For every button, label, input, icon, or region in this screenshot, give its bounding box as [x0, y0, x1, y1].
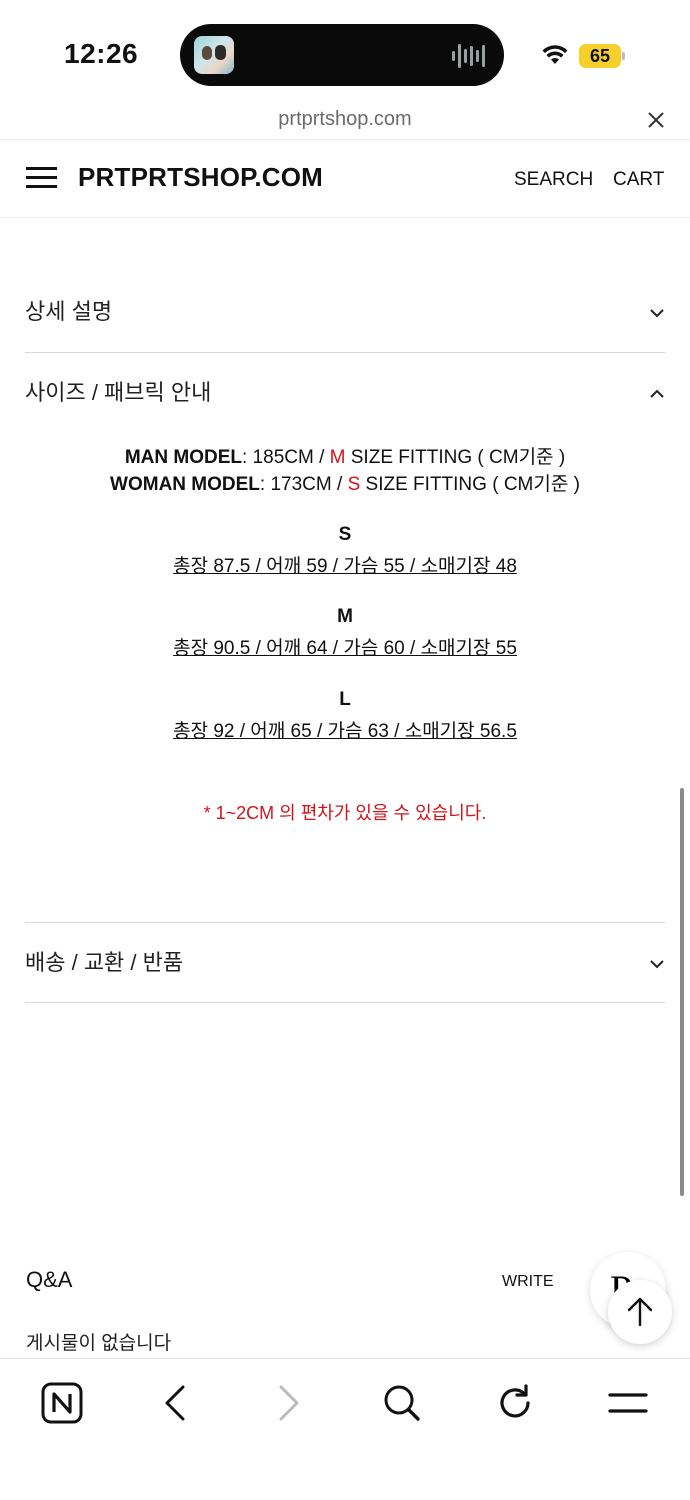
qa-write-button[interactable]: WRITE	[502, 1273, 554, 1291]
close-icon[interactable]	[644, 108, 668, 132]
man-model-label: MAN MODEL	[124, 447, 242, 468]
qa-title: Q&A	[26, 1267, 73, 1292]
scroll-to-top-button[interactable]	[608, 1280, 672, 1344]
size-spec-s: 총장 87.5 / 어깨 59 / 가슴 55 / 소매기장 48	[173, 556, 517, 577]
search-icon[interactable]	[380, 1381, 424, 1425]
site-logo[interactable]: PRTPRTSHOP.COM	[78, 162, 323, 193]
battery-nub	[622, 52, 625, 60]
hamburger-menu-icon[interactable]	[26, 167, 57, 189]
divider	[25, 922, 665, 923]
reload-icon[interactable]	[493, 1381, 537, 1425]
accordion-detail[interactable]: 상세 설명	[25, 294, 665, 330]
dynamic-island[interactable]	[180, 24, 504, 86]
cart-link[interactable]: CART	[613, 169, 664, 191]
woman-model-size: S	[347, 474, 361, 495]
back-icon[interactable]	[153, 1381, 197, 1425]
audio-waveform-icon	[452, 41, 488, 71]
divider	[25, 352, 665, 353]
accordion-shipping[interactable]: 배송 / 교환 / 반품	[25, 945, 665, 981]
man-model-line: MAN MODEL: 185CM / M SIZE FITTING ( CM기준…	[0, 442, 690, 469]
menu-icon[interactable]	[606, 1381, 650, 1425]
man-model-size: M	[329, 447, 346, 468]
size-spec-l: 총장 92 / 어깨 65 / 가슴 63 / 소매기장 56.5	[173, 721, 517, 742]
scrollbar[interactable]	[680, 788, 684, 1196]
woman-model-height: : 173CM /	[259, 474, 348, 495]
browser-toolbar	[0, 1358, 690, 1500]
chevron-down-icon	[650, 309, 664, 318]
woman-model-line: WOMAN MODEL: 173CM / S SIZE FITTING ( CM…	[0, 469, 690, 496]
browser-url-bar[interactable]: prtprtshop.com	[0, 100, 690, 140]
site-header: PRTPRTSHOP.COM SEARCH CART	[0, 140, 690, 218]
accordion-size-fabric[interactable]: 사이즈 / 패브릭 안내	[25, 375, 665, 411]
woman-model-label: WOMAN MODEL	[110, 474, 260, 495]
battery-level: 65	[579, 44, 621, 68]
now-playing-artwork	[194, 36, 234, 74]
forward-icon[interactable]	[267, 1381, 311, 1425]
status-bar: 12:26 65	[0, 0, 690, 100]
status-time: 12:26	[64, 38, 139, 69]
man-model-height: : 185CM /	[242, 447, 330, 468]
wifi-icon	[542, 45, 568, 64]
man-model-fitting: SIZE FITTING ( CM기준 )	[345, 447, 566, 468]
accordion-title: 상세 설명	[25, 299, 113, 324]
chevron-up-icon	[650, 389, 664, 398]
size-label-m: M	[337, 606, 353, 627]
woman-model-fitting: SIZE FITTING ( CM기준 )	[360, 474, 580, 495]
search-link[interactable]: SEARCH	[514, 169, 593, 191]
naver-home-icon[interactable]	[40, 1381, 84, 1425]
divider	[25, 1002, 665, 1003]
url-text[interactable]: prtprtshop.com	[0, 108, 690, 131]
size-deviation-note: * 1~2CM 의 편차가 있을 수 있습니다.	[203, 803, 487, 823]
qa-empty-text: 게시물이 없습니다	[26, 1333, 172, 1354]
size-label-s: S	[338, 524, 352, 545]
size-spec-m: 총장 90.5 / 어깨 64 / 가슴 60 / 소매기장 55	[173, 638, 517, 659]
size-label-l: L	[339, 689, 351, 710]
arrow-up-icon	[627, 1297, 653, 1327]
accordion-title: 사이즈 / 패브릭 안내	[25, 380, 212, 405]
chevron-down-icon	[650, 960, 664, 969]
accordion-title: 배송 / 교환 / 반품	[25, 950, 184, 975]
